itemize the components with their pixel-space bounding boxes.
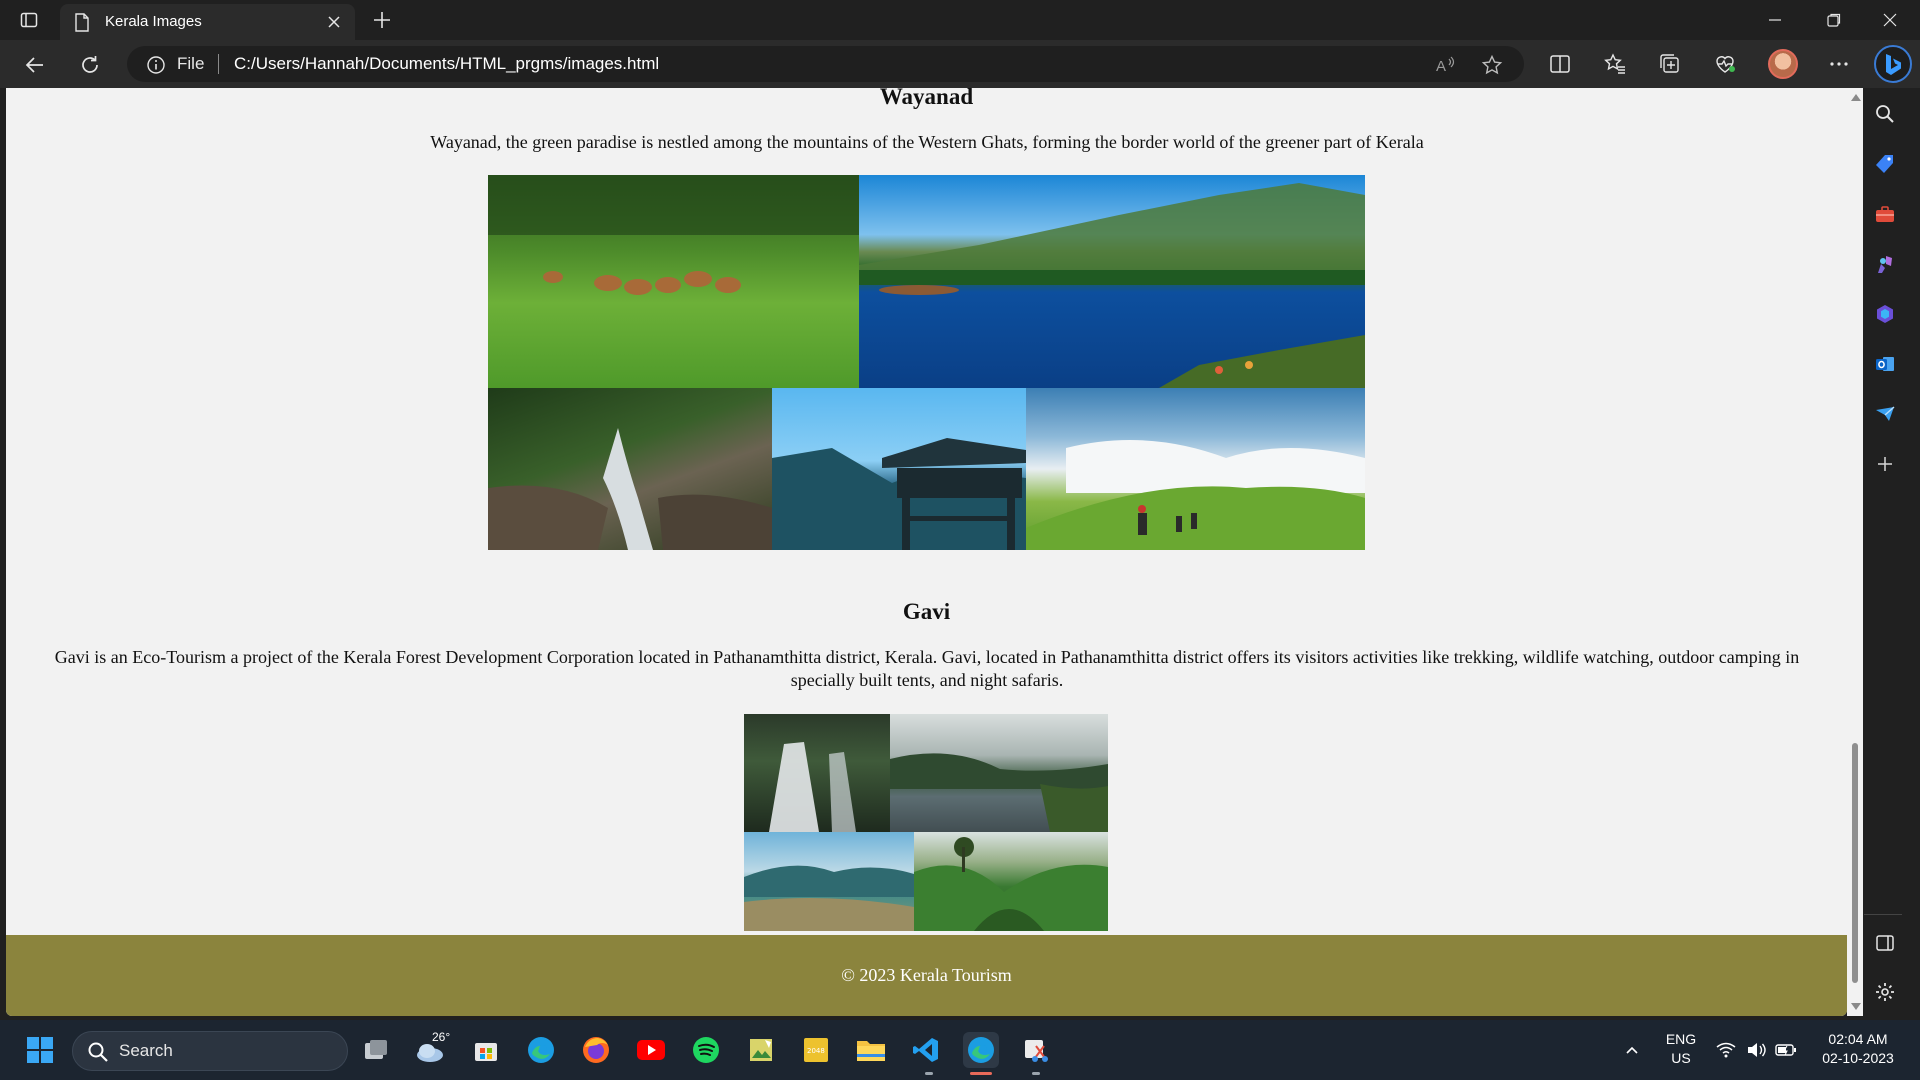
tab-bar: Kerala Images	[0, 0, 1920, 40]
wifi-icon[interactable]	[1712, 1032, 1740, 1068]
file-explorer-icon[interactable]	[853, 1032, 889, 1068]
scroll-down-arrow-icon[interactable]	[1851, 1003, 1861, 1010]
clock-date: 02-10-2023	[1822, 1050, 1894, 1066]
split-screen-icon[interactable]	[1546, 50, 1574, 78]
clock-time: 02:04 AM	[1828, 1031, 1888, 1047]
wayanad-watchtower-image	[772, 388, 1026, 550]
tab-title: Kerala Images	[105, 13, 202, 30]
tab-kerala-images[interactable]: Kerala Images	[60, 4, 355, 40]
spotify-icon[interactable]	[688, 1032, 724, 1068]
footer-copyright: © 2023 Kerala Tourism	[841, 965, 1012, 985]
favorite-star-icon[interactable]	[1480, 53, 1504, 77]
favorites-icon[interactable]	[1601, 50, 1629, 78]
vscode-icon[interactable]	[908, 1032, 944, 1068]
games-icon[interactable]	[1872, 251, 1898, 277]
hide-sidebar-icon[interactable]	[1872, 930, 1898, 956]
bing-copilot-icon[interactable]	[1874, 45, 1912, 83]
page-scrollbar[interactable]	[1847, 88, 1863, 1016]
address-bar[interactable]: File C:/Users/Hannah/Documents/HTML_prgm…	[127, 46, 1524, 82]
show-hidden-icons-chevron-icon[interactable]	[1614, 1032, 1650, 1068]
edge-browser-icon[interactable]	[523, 1032, 559, 1068]
collections-icon[interactable]	[1656, 50, 1684, 78]
microsoft-365-icon[interactable]	[1872, 301, 1898, 327]
language-indicator[interactable]: ENG US	[1660, 1030, 1702, 1068]
gavi-hills-image	[914, 832, 1108, 931]
separator	[218, 54, 219, 74]
gavi-waterfall-image	[744, 714, 890, 832]
region-code: US	[1671, 1050, 1691, 1066]
svg-text:2048: 2048	[807, 1047, 825, 1055]
close-tab-icon[interactable]	[325, 13, 343, 31]
running-indicator	[1032, 1072, 1040, 1075]
volume-icon[interactable]	[1742, 1032, 1770, 1068]
firefox-icon[interactable]	[578, 1032, 614, 1068]
document-icon	[74, 13, 90, 36]
task-view-icon[interactable]	[358, 1032, 394, 1068]
clock[interactable]: 02:04 AM 02-10-2023	[1808, 1030, 1908, 1068]
drop-send-icon[interactable]	[1872, 401, 1898, 427]
windows-taskbar: Search 26° 2048 ENG US 02:04 AM 02-10-20…	[0, 1020, 1920, 1080]
refresh-icon[interactable]	[75, 50, 105, 80]
page-footer: © 2023 Kerala Tourism	[6, 935, 1847, 1016]
url-text[interactable]: C:/Users/Hannah/Documents/HTML_prgms/ima…	[234, 54, 659, 74]
gavi-valley-image	[744, 832, 914, 931]
close-window-icon[interactable]	[1860, 0, 1920, 40]
battery-icon[interactable]	[1772, 1032, 1800, 1068]
wayanad-deer-image	[488, 175, 859, 388]
wayanad-trekking-image	[1026, 388, 1365, 550]
page-viewport: Wayanad Wayanad, the green paradise is n…	[6, 88, 1847, 1016]
restore-icon[interactable]	[1804, 0, 1864, 40]
gavi-lake-image	[890, 714, 1108, 832]
address-toolbar: File C:/Users/Hannah/Documents/HTML_prgm…	[0, 40, 1920, 88]
wayanad-lake-image	[859, 175, 1365, 388]
search-icon	[87, 1041, 109, 1067]
back-arrow-icon[interactable]	[20, 50, 50, 80]
profile-avatar[interactable]	[1768, 49, 1798, 79]
section-title-gavi: Gavi	[902, 599, 951, 624]
sidebar-divider	[1864, 914, 1902, 915]
taskbar-search-box[interactable]: Search	[72, 1031, 348, 1071]
info-icon[interactable]	[146, 55, 166, 79]
new-tab-icon[interactable]	[370, 8, 394, 32]
game-2048-icon[interactable]: 2048	[798, 1032, 834, 1068]
search-label: Search	[119, 1041, 173, 1060]
photo-editor-icon[interactable]	[743, 1032, 779, 1068]
browser-essentials-icon[interactable]	[1711, 50, 1739, 78]
youtube-icon[interactable]	[633, 1032, 669, 1068]
scroll-thumb[interactable]	[1852, 743, 1858, 983]
microsoft-store-icon[interactable]	[468, 1032, 504, 1068]
edge-active-icon[interactable]	[963, 1032, 999, 1068]
snipping-tool-icon[interactable]	[1018, 1032, 1054, 1068]
shopping-tag-icon[interactable]	[1872, 151, 1898, 177]
more-options-icon[interactable]	[1825, 50, 1853, 78]
section-title-wayanad: Wayanad	[879, 88, 974, 109]
language-code: ENG	[1665, 1031, 1697, 1047]
windows-start-icon[interactable]	[22, 1032, 58, 1068]
running-indicator	[925, 1072, 933, 1075]
settings-gear-icon[interactable]	[1872, 979, 1898, 1005]
wayanad-waterfall-image	[488, 388, 772, 550]
weather-temperature: 26°	[432, 1030, 451, 1044]
outlook-icon[interactable]	[1872, 351, 1898, 377]
tab-actions-icon[interactable]	[18, 9, 40, 31]
tools-icon[interactable]	[1872, 201, 1898, 227]
svg-text:A: A	[1436, 58, 1446, 75]
section-text-gavi: Gavi is an Eco-Tourism a project of the …	[54, 647, 1800, 690]
active-indicator	[970, 1072, 992, 1075]
search-icon[interactable]	[1872, 101, 1898, 127]
section-text-wayanad: Wayanad, the green paradise is nestled a…	[430, 132, 1424, 152]
add-sidebar-app-icon[interactable]	[1872, 451, 1898, 477]
file-protocol-label: File	[177, 54, 205, 73]
scroll-up-arrow-icon[interactable]	[1851, 94, 1861, 101]
minimize-icon[interactable]	[1745, 0, 1805, 40]
read-aloud-icon[interactable]: A	[1433, 53, 1457, 77]
